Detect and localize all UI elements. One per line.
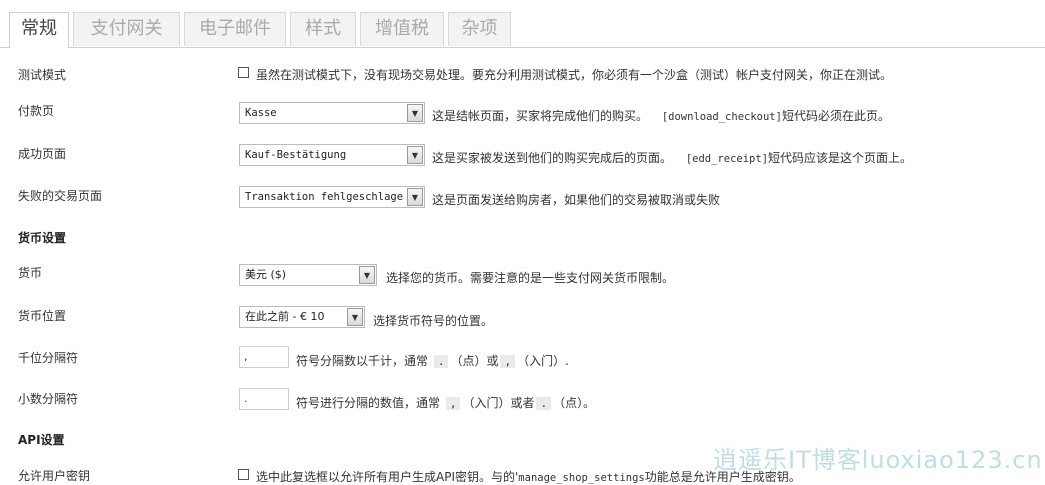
currency-value: 美元 ($) [245,268,287,281]
currency-settings-heading: 货币设置 [18,231,67,245]
currency-select[interactable]: 美元 ($) ▼ [239,264,377,286]
success-page-select[interactable]: Kauf-Bestätigung ▼ [239,144,425,166]
thousands-separator-input[interactable]: , [239,346,289,368]
currency-position-description: 选择货币符号的位置。 [373,314,494,328]
tab-styles[interactable]: 样式 [290,12,356,46]
thousands-separator-label: 千位分隔符 [18,351,79,365]
thousands-separator-description: 符号分隔数以千计，通常 . （点）或, （入门）. [296,352,569,369]
capability-code: manage_shop_settings [518,472,645,484]
failure-page-select[interactable]: Transaktion fehlgeschlagen ▼ [239,186,425,208]
api-settings-heading: API设置 [18,433,65,447]
settings-tab-bar: 常规 支付网关 电子邮件 样式 增值税 杂项 [0,0,1045,48]
thousands-desc-c: （入门）. [517,354,569,368]
failure-page-label: 失败的交易页面 [18,189,103,203]
decimal-separator-label: 小数分隔符 [18,392,79,406]
test-mode-checkbox[interactable] [238,67,249,78]
success-page-description: 这是买家被发送到他们的购买完成后的页面。 [edd_receipt]短代码应该是… [432,149,912,166]
checkout-page-label: 付款页 [18,104,55,118]
receipt-shortcode: [edd_receipt] [685,153,769,165]
currency-position-select[interactable]: 在此之前 - € 10 ▼ [239,306,365,328]
api-keys-label: 允许用户密钥 [18,469,91,483]
decimal-desc-b: （入门）或者 [462,396,535,410]
decimal-separator-description: 符号进行分隔的数值，通常 , （入门）或者. （点）。 [296,394,595,411]
success-page-desc-text: 这是买家被发送到他们的购买完成后的页面。 [432,151,673,165]
failure-page-value: Transaktion fehlgeschlagen [245,191,404,203]
decimal-desc-a: 符号进行分隔的数值，通常 [296,396,441,410]
checkout-shortcode: [download_checkout] [661,111,782,123]
tab-taxes[interactable]: 增值税 [360,12,444,46]
watermark: 逍遥乐IT博客luoxiao123.cn [713,446,1043,474]
checkout-page-desc-tail: 短代码必须在此页。 [781,109,890,123]
currency-description: 选择您的货币。需要注意的是一些支付网关货币限制。 [386,271,675,285]
checkout-page-select[interactable]: Kasse ▼ [239,102,425,124]
success-page-label: 成功页面 [18,147,67,161]
api-keys-checkbox[interactable] [238,469,249,480]
success-page-desc-tail: 短代码应该是这个页面上。 [768,151,913,165]
tab-emails[interactable]: 电子邮件 [184,12,286,46]
comma-chip: , [500,355,516,368]
currency-position-label: 货币位置 [18,309,67,323]
chevron-down-icon[interactable]: ▼ [407,104,423,122]
decimal-desc-c: （点）。 [553,396,596,410]
currency-position-value: 在此之前 - € 10 [245,310,325,323]
test-mode-description: 虽然在测试模式下，没有现场交易处理。要充分利用测试模式，你必须有一个沙盒（测试）… [256,68,893,82]
chevron-down-icon[interactable]: ▼ [407,146,423,164]
decimal-separator-input[interactable]: . [239,388,289,410]
chevron-down-icon[interactable]: ▼ [347,308,363,326]
chevron-down-icon[interactable]: ▼ [407,188,423,206]
dot-chip: . [433,355,449,368]
success-page-value: Kauf-Bestätigung [245,149,347,161]
api-keys-desc-a: 选中此复选框以允许所有用户生成API密钥。与的' [256,470,519,484]
tab-misc[interactable]: 杂项 [448,12,511,46]
thousands-desc-b: （点）或 [450,354,499,368]
dot-chip: . [536,397,552,410]
currency-label: 货币 [18,266,43,280]
tab-general[interactable]: 常规 [9,12,69,48]
test-mode-label: 测试模式 [18,68,67,82]
failure-page-description: 这是页面发送给购房者，如果他们的交易被取消或失败 [432,193,721,207]
thousands-desc-a: 符号分隔数以千计，通常 [296,354,429,368]
checkout-page-desc-text: 这是结帐页面，买家将完成他们的购买。 [432,109,649,123]
checkout-page-description: 这是结帐页面，买家将完成他们的购买。 [download_checkout]短代… [432,107,890,124]
checkout-page-value: Kasse [245,107,277,119]
chevron-down-icon[interactable]: ▼ [359,266,375,284]
comma-chip: , [445,397,461,410]
tab-payment-gateways[interactable]: 支付网关 [73,12,180,46]
